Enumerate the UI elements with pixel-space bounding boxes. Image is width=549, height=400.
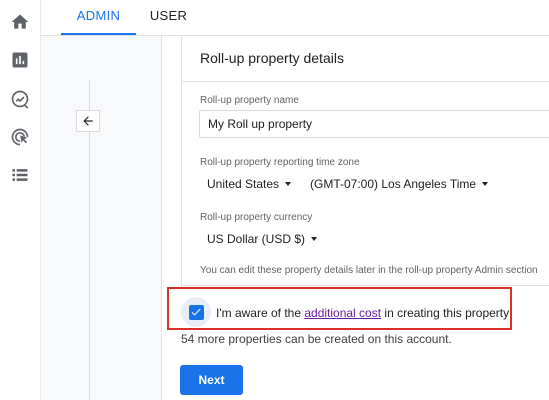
currency-select[interactable]: US Dollar (USD $) — [207, 232, 318, 246]
country-select[interactable]: United States — [207, 177, 292, 191]
reports-icon[interactable] — [9, 49, 31, 71]
home-icon[interactable] — [9, 11, 31, 33]
advertising-icon[interactable] — [9, 126, 31, 148]
panel-bottom-border — [181, 285, 549, 286]
content-border — [161, 36, 162, 400]
country-value: United States — [207, 177, 280, 191]
consent-prefix: I'm aware of the — [216, 306, 305, 320]
tab-admin[interactable]: ADMIN — [61, 0, 136, 35]
admin-user-tabs: ADMIN USER — [41, 0, 549, 36]
time-zone-value: (GMT-07:00) Los Angeles Time — [310, 177, 477, 191]
cost-consent-checkbox[interactable] — [181, 297, 211, 327]
consent-text: I'm aware of the additional cost in crea… — [216, 306, 509, 320]
currency-label: Roll-up property currency — [200, 212, 313, 223]
panel-divider — [182, 81, 549, 82]
edit-hint: You can edit these property details late… — [200, 265, 538, 276]
additional-cost-link[interactable]: additional cost — [304, 306, 381, 320]
chevron-down-icon — [311, 237, 318, 241]
arrow-left-icon — [83, 116, 93, 126]
panel-left-border — [181, 36, 182, 286]
checkmark-icon — [191, 308, 201, 316]
time-zone-label: Roll-up property reporting time zone — [200, 157, 360, 168]
next-button[interactable]: Next — [180, 365, 243, 395]
chevron-down-icon — [482, 182, 489, 186]
remaining-properties-text: 54 more properties can be created on thi… — [181, 332, 452, 346]
time-zone-select[interactable]: (GMT-07:00) Los Angeles Time — [310, 177, 489, 191]
chevron-down-icon — [285, 182, 292, 186]
currency-value: US Dollar (USD $) — [207, 232, 306, 246]
explore-icon[interactable] — [9, 88, 31, 110]
stepper-gutter — [41, 36, 161, 400]
panel-title: Roll-up property details — [200, 50, 344, 66]
configure-icon[interactable] — [9, 164, 31, 186]
property-name-label: Roll-up property name — [200, 95, 299, 106]
back-button[interactable] — [76, 110, 100, 132]
left-nav — [0, 0, 41, 400]
property-name-input[interactable] — [199, 110, 549, 138]
tab-user[interactable]: USER — [141, 0, 196, 35]
checkbox-box — [188, 304, 204, 320]
consent-suffix: in creating this property — [381, 306, 510, 320]
